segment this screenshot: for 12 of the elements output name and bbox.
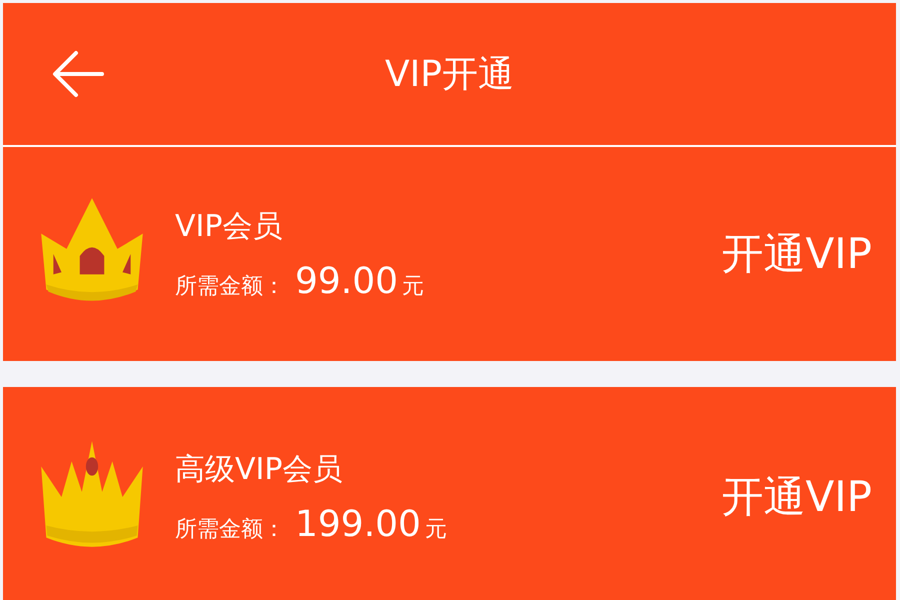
activate-vip-button[interactable]: 开通VIP	[722, 226, 872, 282]
back-arrow-icon	[50, 49, 106, 99]
currency-unit: 元	[402, 273, 424, 301]
page-title: VIP开通	[385, 54, 514, 94]
currency-unit: 元	[424, 516, 447, 544]
activate-vip-button[interactable]: 开通VIP	[722, 469, 872, 525]
price-label: 所需金额：	[175, 273, 285, 301]
price-amount: 99.00	[295, 261, 398, 302]
price-amount: 199.00	[295, 504, 421, 545]
plan-name: VIP会员	[175, 208, 284, 246]
plan-name: 高级VIP会员	[175, 451, 344, 489]
price-label: 所需金额：	[175, 516, 285, 544]
